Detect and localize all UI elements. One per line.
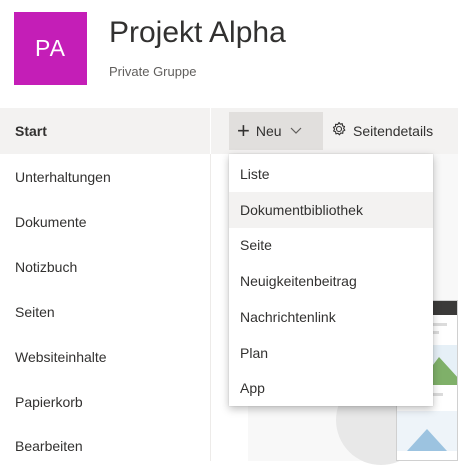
nav-item-label: Seiten — [15, 304, 55, 320]
site-header: PA Projekt Alpha Private Gruppe — [0, 0, 458, 108]
nav-item-seiten[interactable]: Seiten — [0, 289, 210, 335]
nav-item-bearbeiten[interactable]: Bearbeiten — [0, 423, 210, 469]
menu-item-label: Seite — [240, 237, 272, 253]
menu-item-label: Dokumentbibliothek — [240, 202, 363, 218]
menu-item-label: Nachrichtenlink — [240, 309, 336, 325]
site-title[interactable]: Projekt Alpha — [109, 16, 286, 50]
nav-item-notizbuch[interactable]: Notizbuch — [0, 244, 210, 290]
menu-item-dokumentbibliothek[interactable]: Dokumentbibliothek — [229, 192, 433, 228]
new-dropdown-menu: Liste Dokumentbibliothek Seite Neuigkeit… — [229, 154, 433, 406]
nav-item-label: Notizbuch — [15, 259, 78, 275]
nav-item-papierkorb[interactable]: Papierkorb — [0, 379, 210, 425]
chevron-down-icon — [290, 122, 302, 140]
menu-item-plan[interactable]: Plan — [229, 335, 433, 371]
menu-item-label: Neuigkeitenbeitrag — [240, 273, 357, 289]
menu-item-nachrichtenlink[interactable]: Nachrichtenlink — [229, 299, 433, 335]
nav-item-dokumente[interactable]: Dokumente — [0, 199, 210, 245]
site-privacy-label: Private Gruppe — [109, 64, 197, 79]
menu-item-label: Plan — [240, 345, 269, 361]
nav-item-label: Start — [15, 123, 47, 139]
nav-item-label: Unterhaltungen — [15, 169, 111, 185]
site-logo[interactable]: PA — [14, 12, 87, 85]
menu-item-label: Liste — [240, 166, 270, 182]
nav-item-label: Websiteinhalte — [15, 349, 107, 365]
menu-item-app[interactable]: App — [229, 370, 433, 406]
new-button-label: Neu — [255, 123, 282, 139]
nav-item-start[interactable]: Start — [0, 108, 210, 154]
sidebar-divider — [210, 154, 211, 461]
site-logo-initials: PA — [35, 35, 66, 61]
nav-item-websiteinhalte[interactable]: Websiteinhalte — [0, 334, 210, 380]
page-details-button[interactable]: Seitendetails — [331, 112, 433, 150]
nav-item-label: Dokumente — [15, 214, 87, 230]
gear-icon — [331, 121, 347, 142]
menu-item-seite[interactable]: Seite — [229, 227, 433, 263]
menu-item-label: App — [240, 380, 265, 396]
menu-item-liste[interactable]: Liste — [229, 156, 433, 192]
plus-icon: + — [237, 118, 250, 143]
menu-item-neuigkeitenbeitrag[interactable]: Neuigkeitenbeitrag — [229, 263, 433, 299]
nav-item-unterhaltungen[interactable]: Unterhaltungen — [0, 154, 210, 200]
new-button[interactable]: + Neu — [229, 112, 323, 150]
command-bar: + Neu Seitendetails — [211, 108, 458, 154]
nav-item-label: Papierkorb — [15, 394, 83, 410]
nav-item-label: Bearbeiten — [15, 438, 83, 454]
preview-image-block — [397, 411, 457, 451]
left-navigation: Start Unterhaltungen Dokumente Notizbuch… — [0, 108, 210, 461]
page-details-label: Seitendetails — [353, 123, 434, 139]
